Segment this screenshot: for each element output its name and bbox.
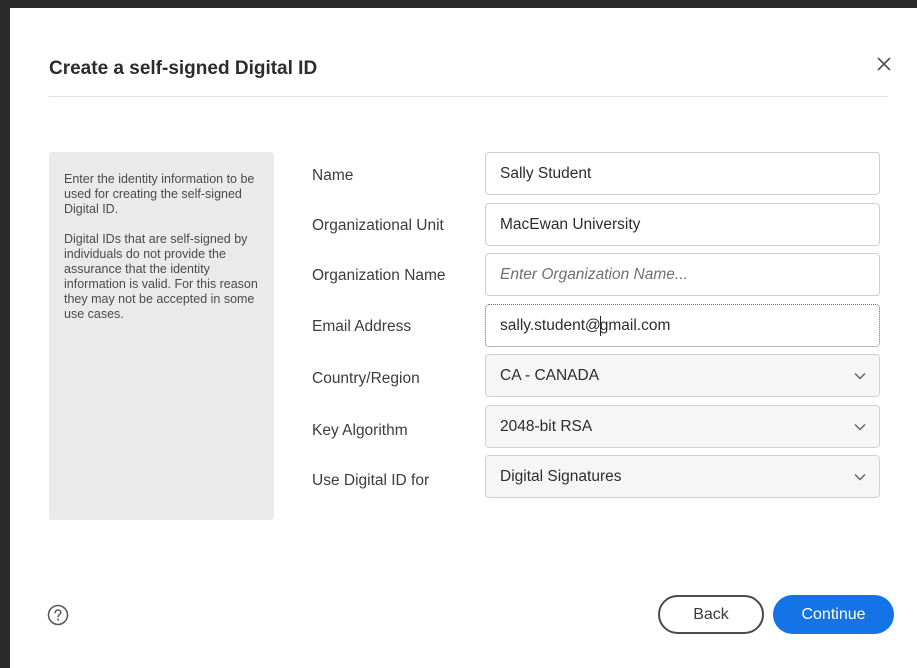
info-panel: Enter the identity information to be use… <box>49 152 274 520</box>
create-digital-id-dialog: Create a self-signed Digital ID Enter th… <box>10 8 917 668</box>
chevron-down-icon <box>853 371 867 381</box>
org-name-placeholder: Enter Organization Name... <box>500 265 688 283</box>
use-for-label: Use Digital ID for <box>312 472 430 489</box>
key-algorithm-select[interactable]: 2048-bit RSA <box>485 405 880 448</box>
org-unit-field-value: MacEwan University <box>500 215 641 233</box>
org-unit-field[interactable]: MacEwan University <box>485 203 880 246</box>
org-name-label: Organization Name <box>312 267 446 284</box>
help-button[interactable] <box>47 604 69 626</box>
help-circle-icon <box>47 604 69 626</box>
email-label: Email Address <box>312 318 412 335</box>
name-label: Name <box>312 167 354 184</box>
chevron-down-icon <box>853 472 867 482</box>
dialog-title: Create a self-signed Digital ID <box>49 58 318 79</box>
org-unit-label: Organizational Unit <box>312 217 444 234</box>
close-icon <box>877 57 891 71</box>
country-select[interactable]: CA - CANADA <box>485 354 880 397</box>
name-field[interactable]: Sally Student <box>485 152 880 195</box>
info-paragraph-assurance: Digital IDs that are self-signed by indi… <box>64 232 258 321</box>
continue-button[interactable]: Continue <box>773 595 894 634</box>
use-for-select-value: Digital Signatures <box>500 467 622 485</box>
email-value-before-caret: sally.student@ <box>500 316 601 334</box>
email-value-after-caret: gmail.com <box>599 316 671 334</box>
close-button[interactable] <box>872 52 896 76</box>
info-paragraph-identity: Enter the identity information to be use… <box>64 172 255 216</box>
back-button[interactable]: Back <box>658 595 764 634</box>
country-label: Country/Region <box>312 370 420 387</box>
use-for-select[interactable]: Digital Signatures <box>485 455 880 498</box>
key-algorithm-label: Key Algorithm <box>312 422 408 439</box>
email-field[interactable]: sally.student@ gmail.com <box>485 304 880 347</box>
chevron-down-icon <box>853 422 867 432</box>
title-divider <box>49 96 888 97</box>
name-field-value: Sally Student <box>500 164 592 182</box>
key-algorithm-select-value: 2048-bit RSA <box>500 417 593 435</box>
org-name-field[interactable]: Enter Organization Name... <box>485 253 880 296</box>
country-select-value: CA - CANADA <box>500 366 600 384</box>
